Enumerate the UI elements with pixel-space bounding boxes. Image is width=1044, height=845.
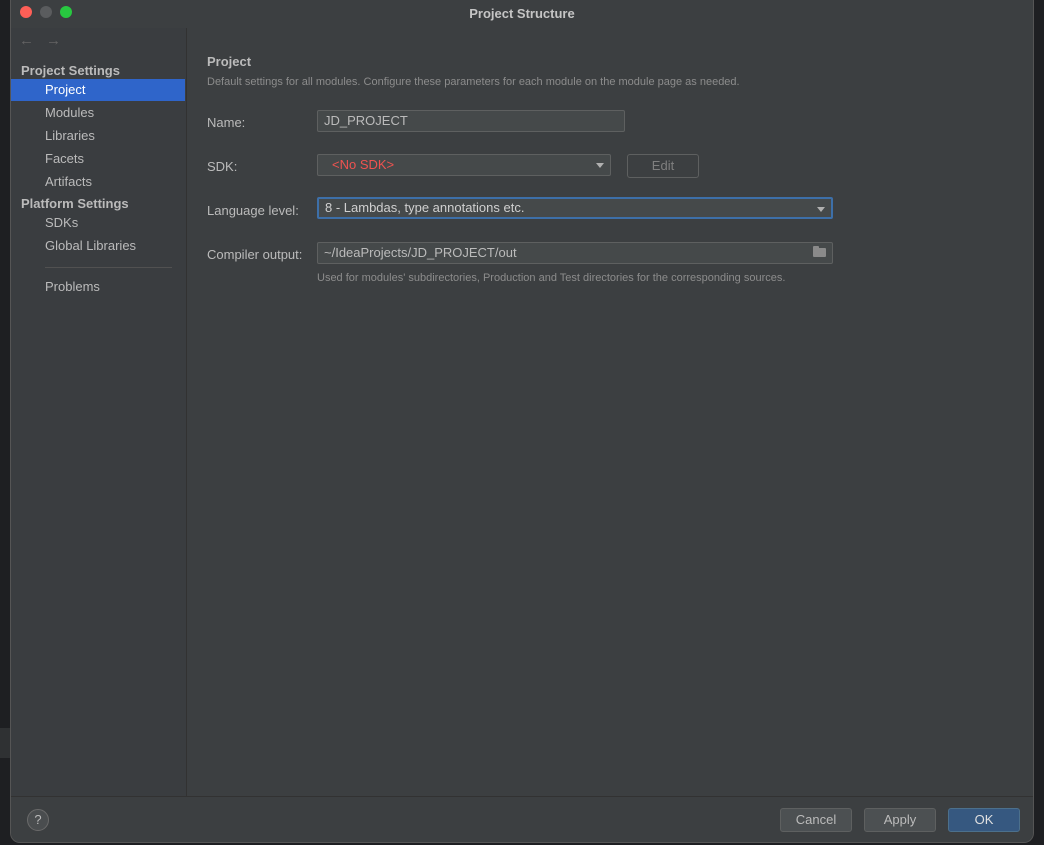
name-field[interactable]: JD_PROJECT <box>317 110 625 132</box>
forward-arrow-icon[interactable]: → <box>46 32 61 49</box>
apply-button[interactable]: Apply <box>864 808 936 832</box>
sidebar: ← → Project Settings Project Modules Libr… <box>11 28 187 796</box>
window-title: Project Structure <box>469 6 575 21</box>
sidebar-item-sdks[interactable]: SDKs <box>11 212 185 234</box>
sdk-label: SDK: <box>207 159 238 174</box>
sidebar-item-modules[interactable]: Modules <box>11 102 185 124</box>
sidebar-item-global-libraries[interactable]: Global Libraries <box>11 235 185 257</box>
sidebar-item-facets[interactable]: Facets <box>11 148 185 170</box>
sdk-edit-button[interactable]: Edit <box>627 154 699 178</box>
chevron-down-icon <box>596 163 604 168</box>
compiler-output-hint: Used for modules' subdirectories, Produc… <box>317 272 786 284</box>
cancel-button[interactable]: Cancel <box>780 808 852 832</box>
language-level-label: Language level: <box>207 203 299 218</box>
sidebar-item-libraries[interactable]: Libraries <box>11 125 185 147</box>
sdk-value: <No SDK> <box>332 157 395 172</box>
sidebar-item-project[interactable]: Project <box>11 79 185 101</box>
sidebar-item-artifacts[interactable]: Artifacts <box>11 171 185 193</box>
name-label: Name: <box>207 115 246 130</box>
back-arrow-icon[interactable]: ← <box>19 32 34 49</box>
dialog-footer: ? Cancel Apply OK <box>11 796 1033 842</box>
sidebar-group-project-settings: Project Settings <box>21 63 120 78</box>
sidebar-item-problems[interactable]: Problems <box>11 276 185 298</box>
project-structure-dialog: Project Structure ← → Project Settings Pr… <box>10 0 1034 843</box>
chevron-down-icon <box>817 207 825 212</box>
compiler-output-label: Compiler output: <box>207 247 303 262</box>
sdk-dropdown[interactable]: <No SDK> <box>317 154 611 176</box>
help-button[interactable]: ? <box>27 809 49 831</box>
sidebar-divider <box>45 267 172 268</box>
compiler-output-value: ~/IdeaProjects/JD_PROJECT/out <box>324 245 517 260</box>
page-title: Project <box>207 54 252 69</box>
compiler-output-field[interactable]: ~/IdeaProjects/JD_PROJECT/out <box>317 242 833 264</box>
language-level-value: 8 - Lambdas, type annotations etc. <box>325 200 525 215</box>
folder-icon[interactable] <box>813 246 826 257</box>
sidebar-group-platform-settings: Platform Settings <box>21 196 129 211</box>
ok-button[interactable]: OK <box>948 808 1020 832</box>
page-description: Default settings for all modules. Config… <box>207 76 740 88</box>
name-value: JD_PROJECT <box>324 113 408 128</box>
title-bar: Project Structure <box>11 0 1033 28</box>
nav-arrows: ← → <box>19 32 73 49</box>
language-level-dropdown[interactable]: 8 - Lambdas, type annotations etc. <box>317 197 833 219</box>
project-panel: Project Default settings for all modules… <box>187 28 1033 796</box>
